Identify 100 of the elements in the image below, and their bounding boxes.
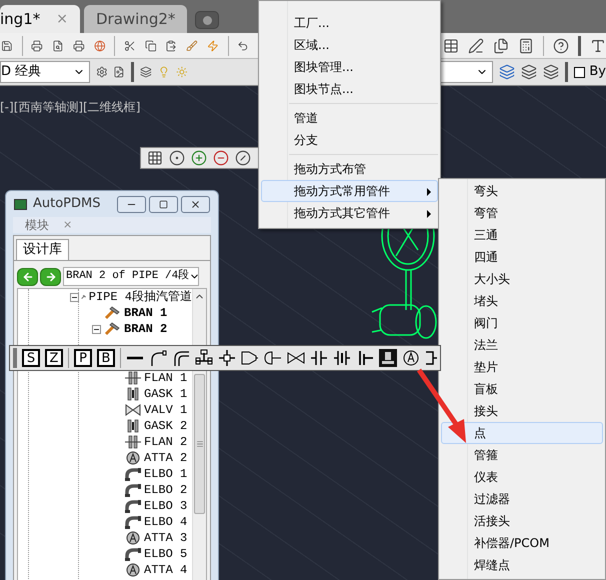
tree-item[interactable]: ATTA 2	[144, 450, 188, 466]
cap-icon[interactable]	[264, 349, 282, 367]
tool-button[interactable]: P	[74, 349, 92, 367]
minimize-button[interactable]	[117, 196, 146, 212]
tree-item[interactable]: PIPE 4段抽汽管道	[88, 289, 192, 305]
grid-icon[interactable]	[147, 150, 163, 166]
menu-item[interactable]: 堵头	[441, 290, 603, 312]
menu-item[interactable]: 管道	[261, 107, 438, 129]
menu-item[interactable]: 阀门	[441, 312, 603, 334]
tree-item[interactable]: ATTA 3	[144, 530, 188, 546]
tree-item[interactable]: ELBO 3	[144, 498, 188, 514]
tool-button[interactable]: Z	[45, 349, 63, 367]
tree-item[interactable]: BRAN 1	[124, 305, 168, 321]
viewport-label[interactable]: [-][西南等轴测][二维线框]	[0, 100, 140, 114]
menu-item[interactable]: 拖动方式布管	[261, 158, 438, 180]
menu-item[interactable]: 三通	[441, 224, 603, 246]
text-style-icon[interactable]	[590, 38, 606, 54]
menu-item[interactable]: 工厂...	[261, 12, 438, 34]
flange-icon[interactable]	[310, 349, 328, 367]
printer-icon[interactable]	[31, 38, 44, 54]
tree-item[interactable]: FLAN 1	[144, 370, 188, 386]
menu-item[interactable]: 仪表	[441, 466, 603, 488]
layers-icon[interactable]	[521, 64, 538, 80]
restore-button[interactable]	[149, 196, 178, 212]
brush-icon[interactable]	[186, 38, 198, 54]
menu-item[interactable]: 大小头	[441, 268, 603, 290]
drawing-tab[interactable]: Drawing2*	[84, 5, 188, 33]
tree-item[interactable]: ELBO 4	[144, 514, 188, 530]
menu-item[interactable]: 活接头	[441, 510, 603, 532]
reducer-icon[interactable]	[241, 349, 259, 367]
pen-icon[interactable]	[468, 38, 484, 54]
back-button[interactable]	[17, 268, 38, 286]
menu-item[interactable]: 点	[441, 422, 603, 444]
elbow-icon[interactable]	[172, 349, 190, 367]
tree-item[interactable]: GASK 1	[144, 386, 188, 402]
table-icon[interactable]	[442, 38, 459, 54]
scroll-thumb[interactable]	[194, 374, 205, 514]
close-button[interactable]	[181, 196, 210, 212]
menu-item[interactable]: 弯管	[441, 202, 603, 224]
copy-icon[interactable]	[144, 38, 156, 54]
attachment-icon[interactable]	[402, 349, 420, 367]
menu-item[interactable]: 拖动方式其它管件	[261, 202, 438, 224]
circle-slash-icon[interactable]	[235, 150, 251, 166]
menu-item[interactable]: 补偿器/PCOM	[441, 532, 603, 554]
menu-item[interactable]: 管箍	[441, 444, 603, 466]
layers-icon[interactable]	[140, 64, 152, 80]
bend-icon[interactable]	[149, 349, 167, 367]
menu-item[interactable]: 四通	[441, 246, 603, 268]
tree-item[interactable]: ATTA 4	[144, 562, 188, 578]
menu-item[interactable]: 法兰	[441, 334, 603, 356]
tee-icon[interactable]	[195, 349, 213, 367]
gasket-icon[interactable]	[333, 349, 351, 367]
menu-item[interactable]: 弯头	[441, 180, 603, 202]
menu-item[interactable]: 垫片	[441, 356, 603, 378]
tree-toggle[interactable]	[92, 324, 100, 334]
menu-item[interactable]: 图块管理...	[261, 56, 438, 78]
menu-item[interactable]: 接头	[441, 400, 603, 422]
new-tab-button[interactable]	[195, 11, 220, 29]
menu-item[interactable]: 图块节点...	[261, 78, 438, 100]
panel-tab[interactable]: 设计库	[16, 239, 69, 260]
tree-item[interactable]: BRAN 2	[124, 321, 168, 337]
bracket-icon[interactable]	[425, 349, 437, 367]
menu-item[interactable]: 分支	[261, 129, 438, 151]
image-icon[interactable]	[113, 64, 126, 80]
sheets-icon[interactable]	[492, 38, 509, 54]
checkbox[interactable]	[574, 66, 586, 78]
cross-icon[interactable]	[218, 349, 236, 367]
blind-flange-icon[interactable]	[356, 349, 374, 367]
tree-item[interactable]: GASK 2	[144, 418, 188, 434]
preview-icon[interactable]	[52, 38, 64, 54]
add-circle-icon[interactable]	[191, 150, 207, 166]
gear-icon[interactable]	[96, 64, 108, 80]
menu-item[interactable]: 盲板	[441, 378, 603, 400]
printer-icon[interactable]	[72, 38, 85, 54]
paste-icon[interactable]	[165, 38, 178, 54]
tree-toggle[interactable]	[70, 292, 79, 302]
tree-item[interactable]: ELBO 5	[144, 546, 188, 562]
menu-item[interactable]: 拖动方式常用管件	[261, 180, 438, 202]
menu-item[interactable]: 过滤器	[441, 488, 603, 510]
workspace-dropdown[interactable]: D 经典	[0, 61, 90, 83]
help-icon[interactable]	[552, 38, 569, 54]
tool-button[interactable]: B	[97, 349, 115, 367]
sphere-icon[interactable]	[169, 150, 185, 166]
drawing-tab[interactable]: ing1* ×	[0, 5, 80, 33]
element-dropdown[interactable]: BRAN 2 of PIPE /4段	[63, 267, 199, 286]
layers-icon[interactable]	[543, 64, 560, 80]
tree-item[interactable]: VALV 1	[144, 402, 188, 418]
tree-item[interactable]: ELBO 2	[144, 482, 188, 498]
tree-item[interactable]: FLAN 2	[144, 434, 188, 450]
menu-item[interactable]: 焊缝点	[441, 554, 603, 576]
layers-icon[interactable]	[499, 64, 516, 80]
menu-item[interactable]: 区域...	[261, 34, 438, 56]
tree-item[interactable]: ELBO 1	[144, 466, 188, 482]
tool-button[interactable]: S	[22, 349, 40, 367]
calculator-icon[interactable]	[518, 38, 534, 54]
support-icon[interactable]	[379, 349, 397, 367]
remove-circle-icon[interactable]	[213, 150, 229, 166]
globe-icon[interactable]	[94, 38, 106, 54]
scrollbar[interactable]	[192, 289, 206, 580]
forward-button[interactable]	[40, 268, 61, 286]
